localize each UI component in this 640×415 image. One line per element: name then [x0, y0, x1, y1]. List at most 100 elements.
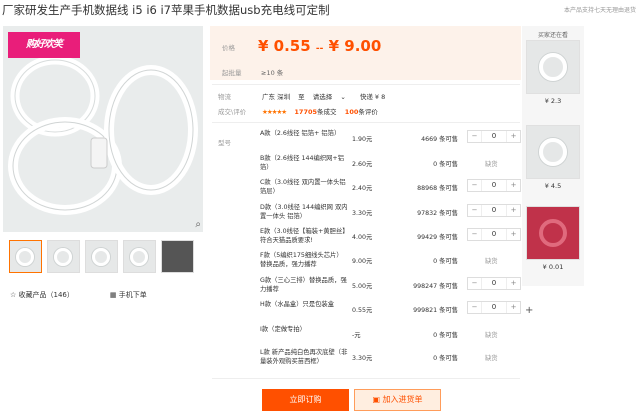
sku-price: 2.40元 [352, 185, 373, 192]
brand-logo: 购好欢笑 [8, 32, 80, 58]
ship-destination-select[interactable]: 请选择 ⌄ [313, 93, 352, 101]
sku-row: D款（3.0线径 144编织网 双内置一体头 铝箔） 3.30元 97832 条可售… [260, 203, 530, 227]
minus-button[interactable]: − [468, 278, 481, 289]
sku-name: F款（5编织175细线头芯片）替换品质，强力播荐 [260, 252, 343, 268]
price-label: 价格 [222, 44, 235, 52]
sku-stock: 88968 条可售 [417, 185, 458, 192]
price-range: ¥ 0.55 -- ¥ 9.00 [258, 37, 381, 55]
buy-now-button[interactable]: 立即订购 [262, 389, 349, 411]
shipping-label: 物流 [218, 93, 231, 101]
quantity-input[interactable]: 0 [481, 229, 507, 240]
recommend-price: ¥ 2.3 [544, 97, 562, 105]
review-count[interactable]: 100 [345, 108, 359, 116]
thumbnail-2[interactable] [47, 240, 80, 273]
add-to-cart-button[interactable]: ▣ 加入进货单 [354, 389, 441, 411]
price-high: ¥ 9.00 [328, 37, 382, 55]
product-links: ☆ 收藏产品（146） ▦ 手机下单 [10, 290, 147, 300]
sku-price: 3.30元 [352, 355, 373, 362]
thumbnail-3[interactable] [85, 240, 118, 273]
recommend-item[interactable]: ¥ 4.5 [526, 125, 580, 190]
plus-button[interactable]: + [507, 278, 520, 289]
sku-stock: 0 条可售 [433, 355, 458, 362]
thumbnail-4[interactable] [123, 240, 156, 273]
zoom-icon[interactable]: ⌕ [195, 219, 201, 230]
minus-button[interactable]: − [468, 229, 481, 240]
quantity-stepper: −0 + [467, 130, 521, 143]
sku-price: 0.55元 [352, 307, 373, 314]
thumbnail-strip [9, 240, 194, 273]
plus-button[interactable]: + [507, 205, 520, 216]
shipping-row: 广东 深圳 至 请选择 ⌄ 快递 ¥ 8 [262, 91, 391, 101]
ship-to-prefix: 至 [298, 93, 305, 101]
thumbnail-1[interactable] [9, 240, 42, 273]
express-fee: 快递 ¥ 8 [359, 93, 386, 101]
models-label: 型号 [218, 139, 231, 147]
sku-row: L款 新产品纯白色再次底壁（非量装外观购买苗西框） 3.30元 0 条可售 缺货 [260, 348, 530, 372]
deal-count[interactable]: 17705 [294, 108, 317, 116]
minus-button[interactable]: − [468, 205, 481, 216]
recommend-image[interactable] [526, 206, 580, 260]
sku-name: B款（2.6线径 144编织网+铝箔） [260, 155, 345, 171]
sku-stock: 97832 条可售 [417, 210, 458, 217]
plus-button[interactable]: + [507, 229, 520, 240]
deal-count-suffix: 条成交 [317, 108, 337, 116]
ship-from: 广东 深圳 [262, 93, 291, 101]
sku-row: G款（三心三排）替换品质，强力播荐 5.00元 998247 条可售 −0 + [260, 276, 530, 300]
recommend-item[interactable]: ¥ 2.3 [526, 40, 580, 105]
mobile-order-link[interactable]: ▦ 手机下单 [110, 290, 147, 300]
sku-row: C款（3.0线径 双内置一体头铝箔层） 2.40元 88968 条可售 −0 + [260, 178, 530, 202]
sku-name: C款（3.0线径 双内置一体头铝箔层） [260, 179, 346, 195]
sku-stock: 4669 条可售 [421, 136, 458, 143]
rating-stars: ★★★★★ [262, 108, 287, 116]
sku-row: E款（3.0线径【箱装+黄胆丝】符合天猫品质要求! 4.00元 99429 条可售 −… [260, 227, 530, 251]
recommend-panel: 买家还在看 ¥ 2.3 ¥ 4.5 ¥ 0.01 [522, 26, 584, 286]
quantity-input[interactable]: 0 [481, 131, 507, 142]
minus-button[interactable]: − [468, 302, 481, 313]
quantity-stepper: −0 + [467, 301, 521, 314]
minus-button[interactable]: − [468, 131, 481, 142]
sku-out-of-stock: 缺货 [485, 332, 498, 339]
sku-out-of-stock: 缺货 [485, 161, 498, 168]
quantity-stepper: −0 + [467, 204, 521, 217]
main-product-image[interactable]: 购好欢笑 ⌕ [3, 26, 203, 232]
recommend-image[interactable] [526, 40, 580, 94]
sku-row: A款（2.6线径 铝箔+ 铝箔） 1.90元 4669 条可售 −0 + [260, 129, 530, 153]
sku-stock: 998247 条可售 [413, 283, 458, 290]
recommend-item[interactable]: ¥ 0.01 [526, 206, 580, 271]
recommend-image[interactable] [526, 125, 580, 179]
chevron-down-icon: ⌄ [340, 93, 346, 101]
recommend-price: ¥ 0.01 [542, 263, 564, 271]
sku-price: 4.00元 [352, 234, 373, 241]
sku-out-of-stock: 缺货 [485, 258, 498, 265]
collect-product-link[interactable]: ☆ 收藏产品（146） [10, 290, 74, 300]
plus-icon[interactable]: + [525, 305, 533, 316]
cart-icon: ▣ [372, 395, 383, 404]
minus-button[interactable]: − [468, 180, 481, 191]
recommend-title: 买家还在看 [537, 32, 568, 39]
plus-button[interactable]: + [507, 180, 520, 191]
plus-button[interactable]: + [507, 302, 520, 313]
sku-stock: 0 条可售 [433, 332, 458, 339]
quantity-input[interactable]: 0 [481, 278, 507, 289]
sku-price: 3.30元 [352, 210, 373, 217]
qr-code-icon: ▦ [109, 291, 119, 299]
price-panel: 价格 ¥ 0.55 -- ¥ 9.00 起批量 ≥10 条 [210, 26, 521, 80]
quantity-input[interactable]: 0 [481, 205, 507, 216]
sku-name: G款（三心三排）替换品质，强力播荐 [260, 277, 347, 293]
deal-label: 成交\评价 [218, 108, 247, 116]
price-separator: -- [315, 44, 324, 54]
sku-row: B款（2.6线径 144编织网+铝箔） 2.60元 0 条可售 缺货 [260, 154, 530, 178]
divider [212, 122, 520, 123]
thumbnail-5[interactable] [161, 240, 194, 273]
sku-name: H款（水晶盒）只是包装盒 [260, 301, 335, 308]
min-order-label: 起批量 [222, 69, 242, 77]
quantity-input[interactable]: 0 [481, 180, 507, 191]
price-low: ¥ 0.55 [258, 37, 311, 55]
review-count-suffix: 条评价 [358, 108, 378, 116]
sku-name: D款（3.0线径 144编织网 双内置一体头 铝箔） [260, 204, 348, 220]
recommend-price: ¥ 4.5 [544, 182, 562, 190]
return-notice: 本产品支持七天无理由退货 [563, 7, 636, 14]
plus-button[interactable]: + [507, 131, 520, 142]
sku-row: I款（定做专拍） -元 0 条可售 缺货 [260, 325, 530, 349]
quantity-input[interactable]: 0 [481, 302, 507, 313]
